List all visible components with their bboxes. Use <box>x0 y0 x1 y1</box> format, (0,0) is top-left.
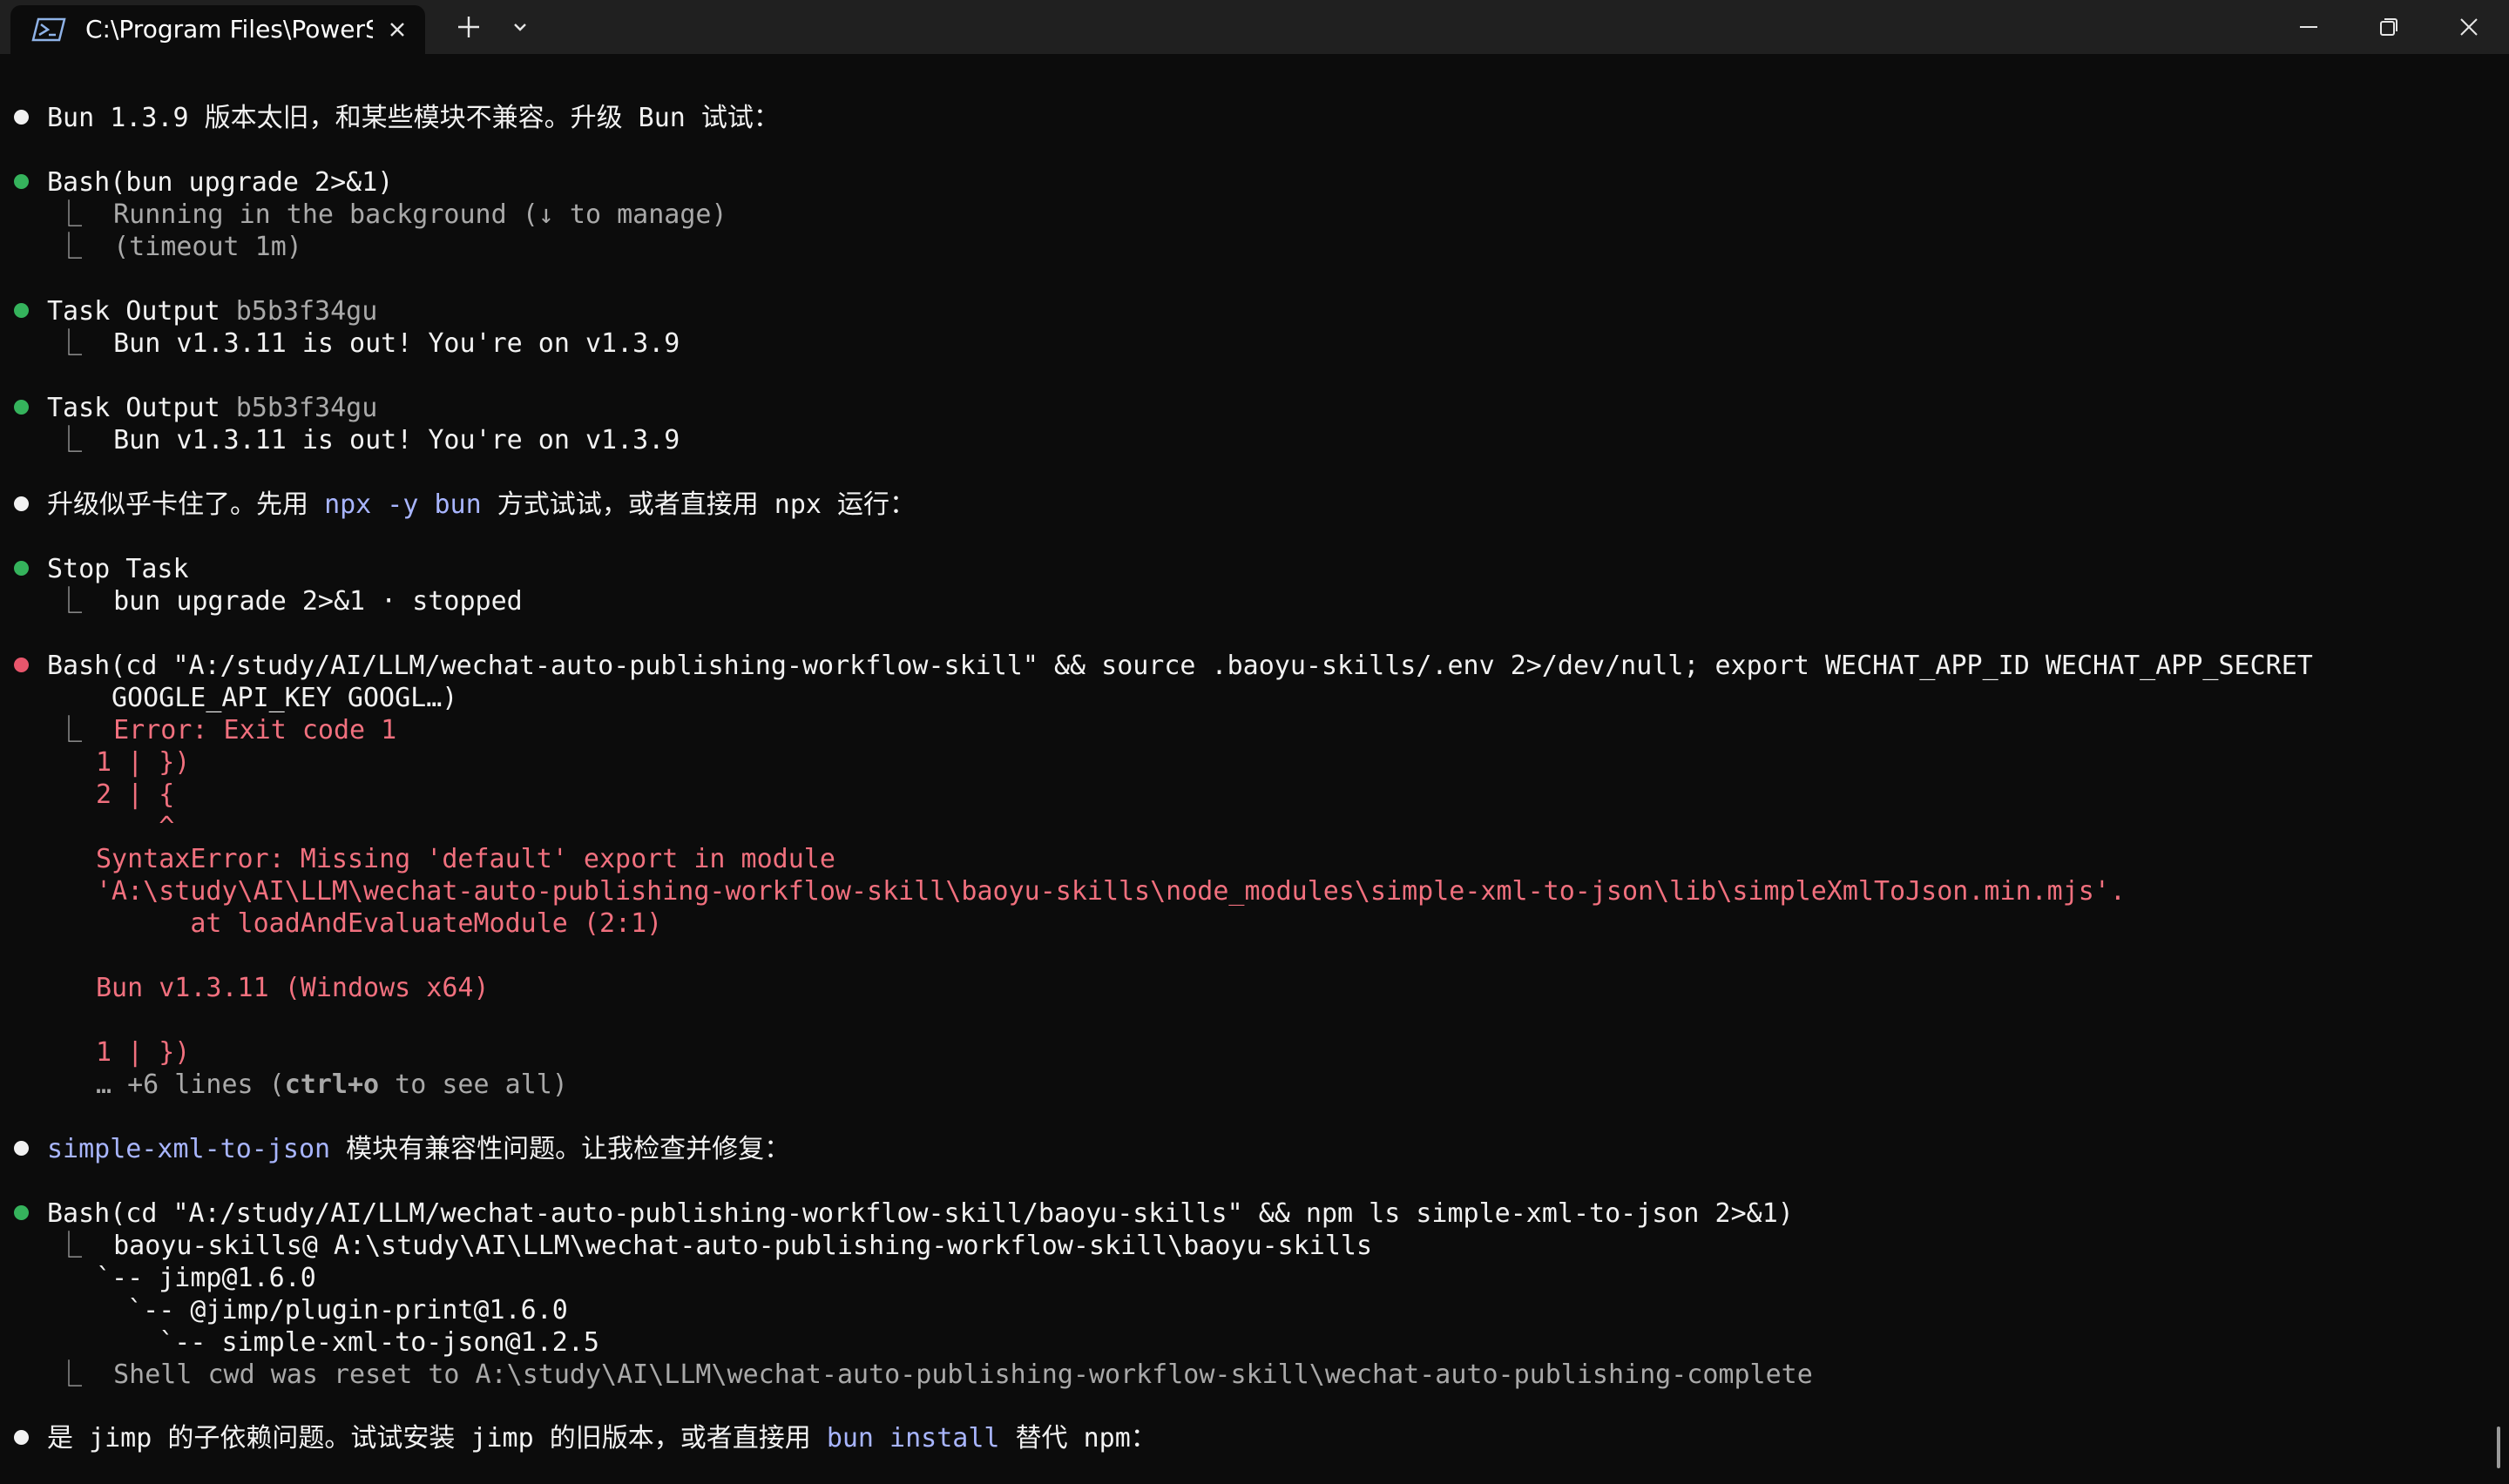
tool-success-dot <box>14 1205 29 1220</box>
tab-dropdown-button[interactable] <box>500 9 540 45</box>
powershell-icon <box>31 17 66 42</box>
close-tab-icon[interactable] <box>385 17 409 42</box>
hint-text: … +6 lines ( <box>96 1069 285 1100</box>
tool-output-text: Bun v1.3.11 is out! You're on v1.3.9 <box>113 328 680 359</box>
assistant-message: 是 jimp 的子依赖问题。试试安装 jimp 的旧版本，或者直接用 bun i… <box>47 1422 1157 1454</box>
inline-code: npx -y bun <box>324 489 482 520</box>
inline-code: bun install <box>826 1423 1000 1454</box>
tool-output-line: ⎿ baoyu-skills@ A:\study\AI\LLM\wechat-a… <box>56 1231 1373 1261</box>
restore-icon <box>2380 18 2397 36</box>
tool-call-bash: Bash(cd "A:/study/AI/LLM/wechat-auto-pub… <box>47 650 2313 682</box>
tool-name: Task Output <box>47 296 220 327</box>
bullet-dot <box>14 496 29 511</box>
tool-call-stop-task: Stop Task <box>47 554 189 584</box>
close-window-button[interactable] <box>2429 0 2509 54</box>
tool-output-line: ⎿ (timeout 1m) <box>56 232 302 262</box>
tool-name: Bash <box>47 651 111 681</box>
task-id: b5b3f34gu <box>235 296 378 327</box>
dependency-tree-line: `-- simple-xml-to-json@1.2.5 <box>96 1327 599 1358</box>
tab-pwsh[interactable]: C:\Program Files\PowerShell\7\pwsh.exe <box>10 5 425 54</box>
tool-output-text: Bun v1.3.11 is out! You're on v1.3.9 <box>113 425 680 455</box>
dependency-tree-line: `-- jimp@1.6.0 <box>96 1263 316 1293</box>
tool-output-line: ⎿ bun upgrade 2>&1 · stopped <box>56 586 523 617</box>
tool-success-dot <box>14 303 29 318</box>
tool-output-line: ⎿ Bun v1.3.11 is out! You're on v1.3.9 <box>56 328 680 359</box>
message-text: 升级似乎卡住了。先用 <box>47 489 325 520</box>
tool-success-dot <box>14 561 29 576</box>
error-text: Error: Exit code 1 <box>113 715 397 745</box>
plus-icon <box>458 17 479 37</box>
tool-output-text: Running in the background (↓ to manage) <box>113 199 727 230</box>
bullet-dot <box>14 1141 29 1156</box>
tool-call-task-output: Task Output b5b3f34gu <box>47 392 377 424</box>
hint-text: to see all) <box>379 1069 568 1100</box>
tool-output-text: (timeout 1m) <box>113 232 302 262</box>
minimize-icon <box>2300 26 2317 28</box>
assistant-message: Bun 1.3.9 版本太旧，和某些模块不兼容。升级 Bun 试试： <box>47 103 780 133</box>
scrollbar-thumb[interactable] <box>2497 1427 2500 1468</box>
tool-name: Bash <box>47 167 111 198</box>
tool-name: Task Output <box>47 393 220 423</box>
error-line: 'A:\study\AI\LLM\wechat-auto-publishing-… <box>96 876 2126 907</box>
message-text: 替代 npm： <box>999 1423 1157 1454</box>
tool-args-continued: GOOGLE_API_KEY GOOGL…) <box>112 683 458 713</box>
error-line: ⎿ Error: Exit code 1 <box>56 715 397 745</box>
tool-call-bash: Bash(bun upgrade 2>&1) <box>47 166 393 199</box>
error-line: 1 | }) <box>96 747 191 778</box>
error-line: SyntaxError: Missing 'default' export in… <box>96 844 835 874</box>
inline-code: simple-xml-to-json <box>47 1134 331 1164</box>
error-line: 2 | { <box>96 779 175 810</box>
tool-args: (cd "A:/study/AI/LLM/wechat-auto-publish… <box>110 651 2313 681</box>
tool-call-bash: Bash(cd "A:/study/AI/LLM/wechat-auto-pub… <box>47 1197 1794 1230</box>
tool-success-dot <box>14 400 29 415</box>
assistant-message: simple-xml-to-json 模块有兼容性问题。让我检查并修复： <box>47 1133 790 1165</box>
task-id: b5b3f34gu <box>235 393 378 423</box>
truncated-lines-hint: … +6 lines (ctrl+o to see all) <box>96 1069 568 1101</box>
tool-output-line: ⎿ Bun v1.3.11 is out! You're on v1.3.9 <box>56 425 680 455</box>
tool-error-dot <box>14 658 29 672</box>
chevron-down-icon <box>514 24 526 31</box>
tool-output-text: bun upgrade 2>&1 · stopped <box>113 586 523 617</box>
restore-button[interactable] <box>2349 0 2429 54</box>
error-line: ^ <box>96 812 175 842</box>
tab-title: C:\Program Files\PowerShell\7\pwsh.exe <box>85 15 373 44</box>
tool-call-task-output: Task Output b5b3f34gu <box>47 295 377 327</box>
title-bar: C:\Program Files\PowerShell\7\pwsh.exe <box>0 0 2509 54</box>
tool-output-line: ⎿ Running in the background (↓ to manage… <box>56 199 727 230</box>
new-tab-button[interactable] <box>446 9 491 45</box>
message-text: 是 jimp 的子依赖问题。试试安装 jimp 的旧版本，或者直接用 <box>47 1423 827 1454</box>
bullet-dot <box>14 1430 29 1445</box>
bullet-dot <box>14 110 29 125</box>
tool-args: (bun upgrade 2>&1) <box>110 167 394 198</box>
tool-output-line: ⎿ Shell cwd was reset to A:\study\AI\LLM… <box>56 1359 1813 1390</box>
tool-name: Bash <box>47 1198 111 1229</box>
error-line: 1 | }) <box>96 1037 191 1068</box>
shortcut-key: ctrl+o <box>284 1069 380 1100</box>
error-line: at loadAndEvaluateModule (2:1) <box>96 908 663 939</box>
dependency-tree-line: `-- @jimp/plugin-print@1.6.0 <box>96 1295 568 1325</box>
tool-args: (cd "A:/study/AI/LLM/wechat-auto-publish… <box>110 1198 1794 1229</box>
assistant-message: 升级似乎卡住了。先用 npx -y bun 方式试试，或者直接用 npx 运行： <box>47 489 916 521</box>
error-line: Bun v1.3.11 (Windows x64) <box>96 973 490 1003</box>
tool-output-text: Shell cwd was reset to A:\study\AI\LLM\w… <box>113 1359 1813 1390</box>
terminal-output[interactable]: Bun 1.3.9 版本太旧，和某些模块不兼容。升级 Bun 试试： Bash(… <box>0 54 2509 1484</box>
message-text: 方式试试，或者直接用 npx 运行： <box>481 489 916 520</box>
minimize-button[interactable] <box>2269 0 2349 54</box>
tool-output-text: baoyu-skills@ A:\study\AI\LLM\wechat-aut… <box>113 1231 1373 1261</box>
close-icon <box>2460 18 2478 36</box>
tool-success-dot <box>14 174 29 189</box>
message-text: 模块有兼容性问题。让我检查并修复： <box>330 1134 791 1164</box>
